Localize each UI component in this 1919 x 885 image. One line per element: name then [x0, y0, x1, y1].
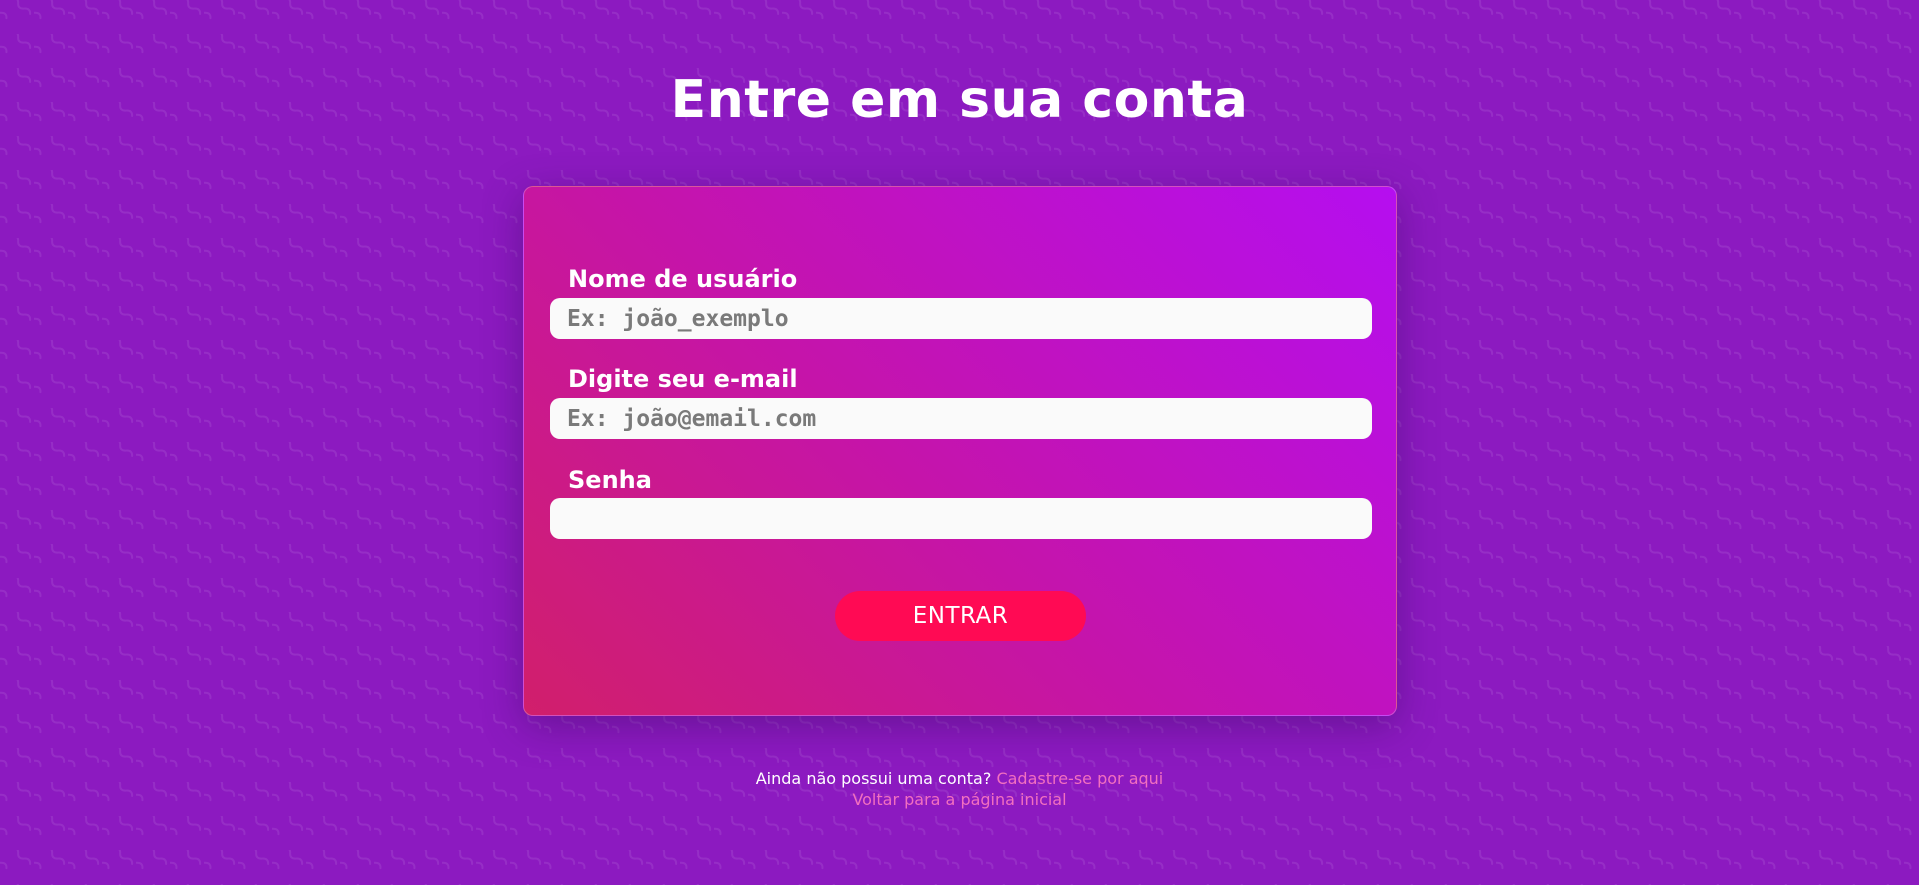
home-link[interactable]: Voltar para a página inicial: [852, 790, 1066, 809]
signup-prompt: Ainda não possui uma conta? Cadastre-se …: [0, 768, 1919, 789]
password-input[interactable]: [550, 498, 1372, 539]
email-label: Digite seu e-mail: [568, 365, 798, 393]
page-title: Entre em sua conta: [670, 70, 1249, 130]
footer-links: Ainda não possui uma conta? Cadastre-se …: [0, 768, 1919, 810]
username-input[interactable]: [550, 298, 1372, 339]
email-input[interactable]: [550, 398, 1372, 439]
password-label: Senha: [568, 466, 652, 494]
username-label: Nome de usuário: [568, 265, 798, 293]
no-account-text: Ainda não possui uma conta?: [755, 769, 992, 788]
login-form-card: Nome de usuário Digite seu e-mail Senha …: [523, 186, 1397, 716]
login-button[interactable]: ENTRAR: [835, 591, 1086, 641]
signup-link[interactable]: Cadastre-se por aqui: [996, 769, 1163, 788]
home-link-row: Voltar para a página inicial: [0, 789, 1919, 810]
